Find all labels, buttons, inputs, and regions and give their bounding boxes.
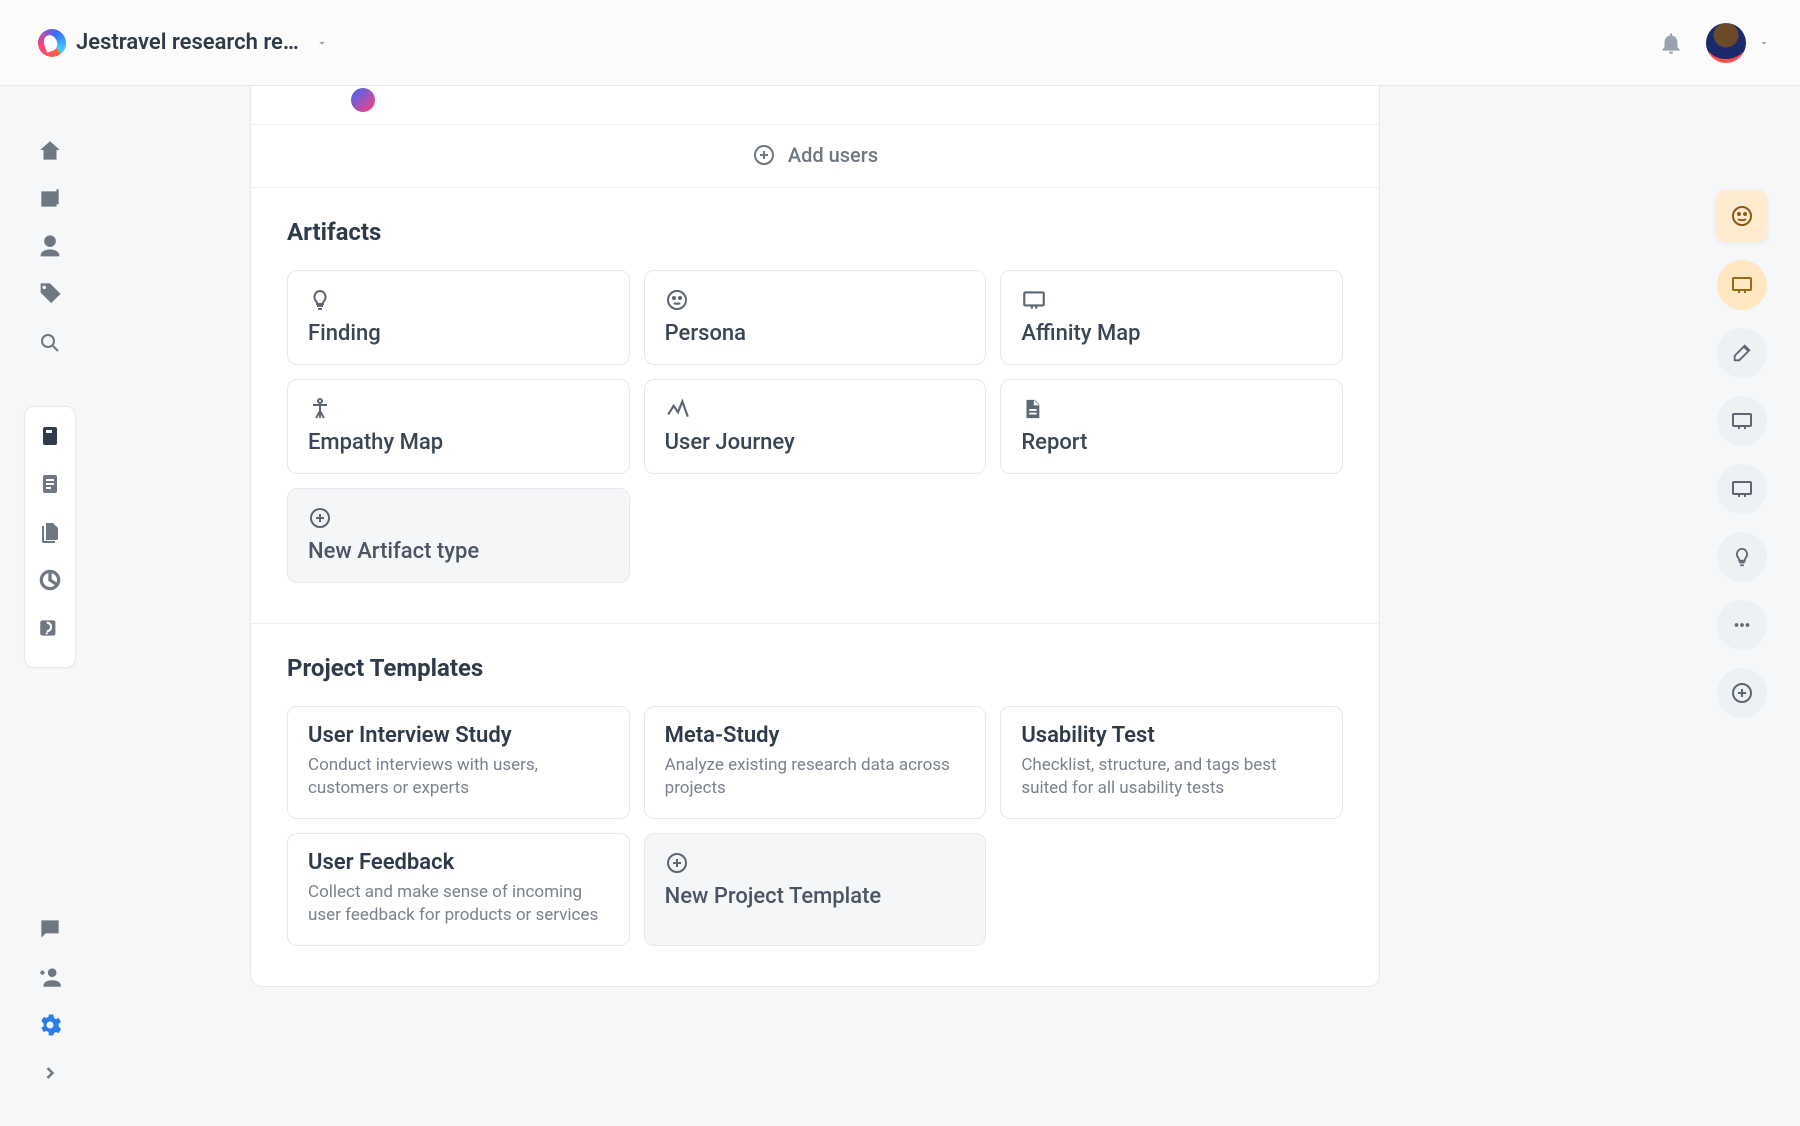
new-template-label: New Project Template (665, 884, 966, 909)
people-icon[interactable] (35, 232, 65, 262)
present-button[interactable] (1717, 260, 1767, 310)
template-card-usability-test[interactable]: Usability Test Checklist, structure, and… (1000, 706, 1343, 819)
template-title: Meta-Study (665, 723, 966, 748)
chevron-right-icon[interactable] (35, 1058, 65, 1088)
doc-icon (1021, 396, 1322, 422)
artifact-label: Finding (308, 321, 609, 346)
artifact-card-persona[interactable]: Persona (644, 270, 987, 365)
right-rail (1714, 190, 1770, 718)
board-alt-button[interactable] (1717, 464, 1767, 514)
chevron-down-icon (1758, 37, 1770, 49)
add-person-icon[interactable] (35, 962, 65, 992)
search-icon[interactable] (35, 328, 65, 358)
edit-button[interactable] (1717, 328, 1767, 378)
templates-heading: Project Templates (287, 654, 1343, 682)
workspace-switcher-label[interactable]: Jestravel research re… (76, 30, 299, 55)
chevron-down-icon[interactable] (315, 36, 329, 50)
project-subnav (24, 406, 76, 668)
add-users-label: Add users (788, 143, 878, 167)
plus-circle-icon (665, 850, 966, 876)
files-icon[interactable] (35, 517, 65, 547)
notebook-icon[interactable] (35, 421, 65, 451)
new-artifact-label: New Artifact type (308, 539, 609, 564)
bulb-icon (308, 287, 609, 313)
artifact-card-affinity-map[interactable]: Affinity Map (1000, 270, 1343, 365)
artifact-card-finding[interactable]: Finding (287, 270, 630, 365)
template-card-meta-study[interactable]: Meta-Study Analyze existing research dat… (644, 706, 987, 819)
main-content: Add users Artifacts Finding Persona (250, 86, 1410, 1126)
artifact-card-user-journey[interactable]: User Journey (644, 379, 987, 474)
chart-icon[interactable] (35, 565, 65, 595)
body-icon (308, 396, 609, 422)
board-icon (1021, 287, 1322, 313)
artifacts-heading: Artifacts (287, 218, 1343, 246)
artifact-label: Report (1021, 430, 1322, 455)
template-desc: Analyze existing research data across pr… (665, 754, 966, 800)
template-title: User Feedback (308, 850, 609, 875)
users-table-row (251, 86, 1379, 124)
chat-icon[interactable] (35, 914, 65, 944)
home-icon[interactable] (35, 136, 65, 166)
add-users-button[interactable]: Add users (251, 124, 1379, 187)
artifact-card-report[interactable]: Report (1000, 379, 1343, 474)
user-avatar-mini (351, 88, 375, 112)
artifacts-section: Artifacts Finding Persona (251, 187, 1379, 623)
insights-icon[interactable] (35, 613, 65, 643)
left-nav (0, 86, 100, 1126)
reactions-button[interactable] (1716, 190, 1768, 242)
plus-circle-icon (308, 505, 609, 531)
artifact-label: User Journey (665, 430, 966, 455)
artifact-label: Empathy Map (308, 430, 609, 455)
settings-panel: Add users Artifacts Finding Persona (250, 86, 1380, 987)
user-avatar (1706, 23, 1746, 63)
settings-icon[interactable] (35, 1010, 65, 1040)
library-icon[interactable] (35, 184, 65, 214)
add-button[interactable] (1717, 668, 1767, 718)
template-card-user-interview[interactable]: User Interview Study Conduct interviews … (287, 706, 630, 819)
user-menu[interactable] (1706, 23, 1770, 63)
new-project-template-button[interactable]: New Project Template (644, 833, 987, 946)
template-title: User Interview Study (308, 723, 609, 748)
template-desc: Checklist, structure, and tags best suit… (1021, 754, 1322, 800)
template-title: Usability Test (1021, 723, 1322, 748)
more-button[interactable] (1717, 600, 1767, 650)
idea-button[interactable] (1717, 532, 1767, 582)
persona-icon (665, 287, 966, 313)
journey-icon (665, 396, 966, 422)
templates-section: Project Templates User Interview Study C… (251, 623, 1379, 986)
artifact-label: Affinity Map (1021, 321, 1322, 346)
app-logo (38, 29, 66, 57)
template-desc: Conduct interviews with users, customers… (308, 754, 609, 800)
notes-icon[interactable] (35, 469, 65, 499)
board-button[interactable] (1717, 396, 1767, 446)
template-card-user-feedback[interactable]: User Feedback Collect and make sense of … (287, 833, 630, 946)
artifact-label: Persona (665, 321, 966, 346)
topbar: Jestravel research re… (0, 0, 1800, 86)
tags-icon[interactable] (35, 280, 65, 310)
notifications-icon[interactable] (1658, 30, 1684, 56)
template-desc: Collect and make sense of incoming user … (308, 881, 609, 927)
artifact-card-empathy-map[interactable]: Empathy Map (287, 379, 630, 474)
new-artifact-type-button[interactable]: New Artifact type (287, 488, 630, 583)
